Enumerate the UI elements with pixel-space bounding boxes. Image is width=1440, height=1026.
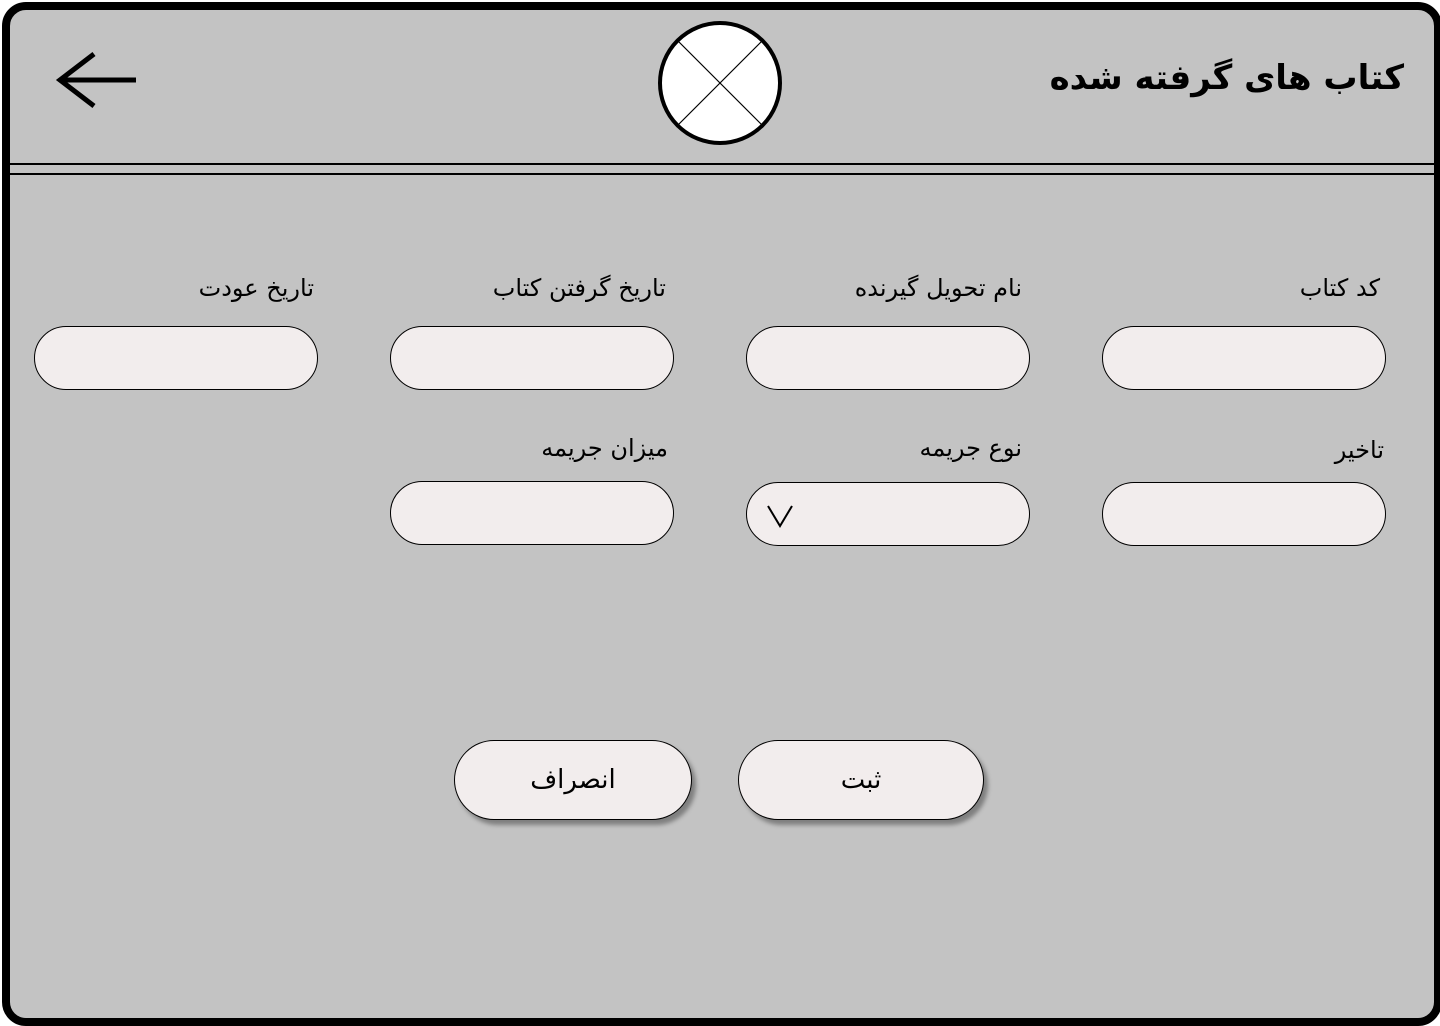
cancel-button-label: انصراف — [530, 765, 616, 795]
fine-type-label: نوع جریمه — [919, 434, 1022, 462]
page-title: کتاب های گرفته شده — [1049, 58, 1404, 98]
delay-input[interactable] — [1102, 482, 1386, 546]
fine-amount-input[interactable] — [390, 481, 674, 545]
delay-label: تاخیر — [1334, 436, 1384, 464]
back-button[interactable] — [54, 50, 138, 110]
header-divider-bottom — [10, 173, 1434, 175]
fine-amount-label: میزان جریمه — [541, 434, 668, 462]
borrow-date-label: تاریخ گرفتن کتاب — [492, 274, 666, 302]
logo — [657, 20, 783, 146]
arrow-left-icon — [55, 52, 136, 108]
cancel-button[interactable]: انصراف — [454, 740, 692, 820]
book-code-input[interactable] — [1102, 326, 1386, 390]
return-date-label: تاریخ عودت — [198, 274, 314, 302]
receiver-name-input[interactable] — [746, 326, 1030, 390]
receiver-name-label: نام تحویل گیرنده — [854, 274, 1022, 302]
header-divider-top — [10, 163, 1434, 165]
app-window: کتاب های گرفته شده کد کتاب نام تحویل گیر… — [2, 2, 1440, 1026]
submit-button[interactable]: ثبت — [738, 740, 984, 820]
chevron-down-icon — [765, 503, 795, 529]
submit-button-label: ثبت — [840, 765, 882, 795]
fine-type-select[interactable] — [746, 482, 1030, 546]
borrow-date-input[interactable] — [390, 326, 674, 390]
book-code-label: کد کتاب — [1299, 274, 1380, 302]
return-date-input[interactable] — [34, 326, 318, 390]
image-placeholder-icon — [658, 21, 782, 145]
